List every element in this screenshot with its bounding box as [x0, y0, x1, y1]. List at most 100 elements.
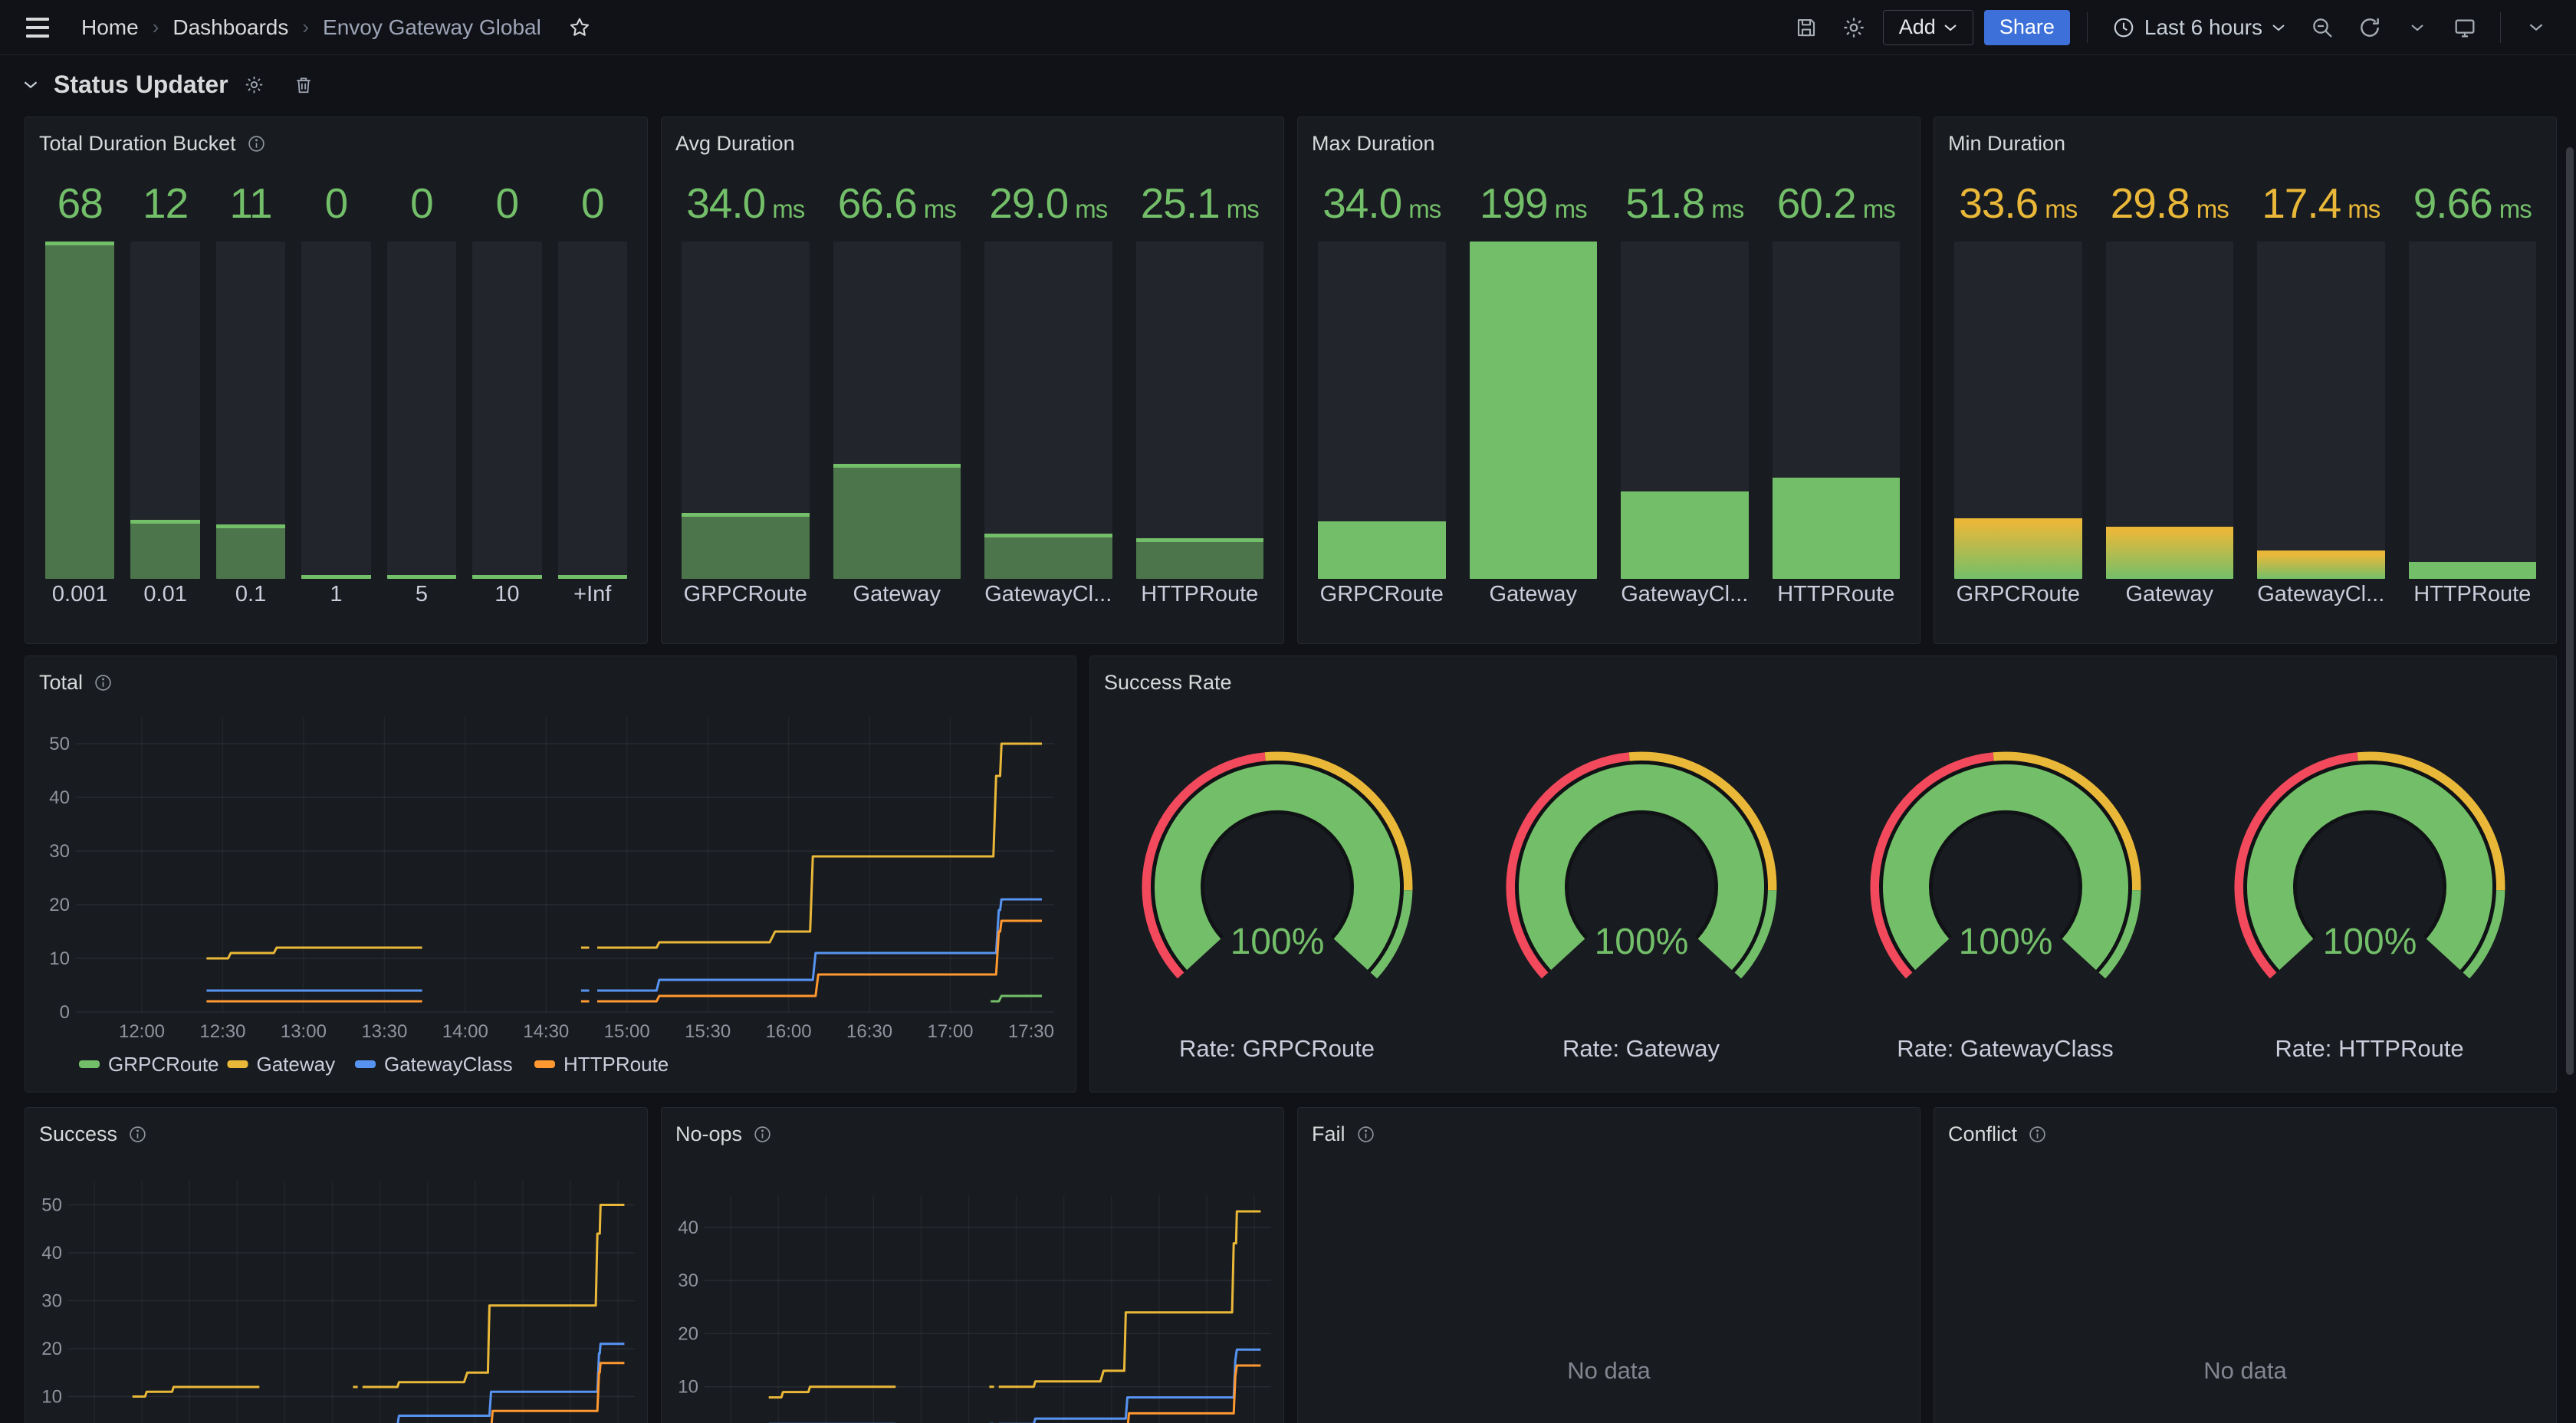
bar-fill	[387, 575, 456, 579]
row-collapse-chevron-icon[interactable]	[23, 80, 38, 90]
gauge[interactable]: 100%Rate: HTTPRoute	[2187, 730, 2551, 1063]
bar-column[interactable]: 51.8msGatewayCl...	[1621, 179, 1749, 608]
series-line-HTTPRoute	[133, 1363, 625, 1423]
panel-total-chart: Total 0102030405012:0012:3013:0013:3014:…	[25, 656, 1076, 1093]
bar-track	[387, 242, 456, 579]
save-dashboard-icon[interactable]	[1788, 9, 1825, 46]
svg-text:17:30: 17:30	[1008, 1021, 1054, 1042]
breadcrumb-dashboards[interactable]: Dashboards	[172, 15, 288, 40]
bar-track	[833, 242, 961, 579]
gauge-label: Rate: Gateway	[1562, 1035, 1720, 1063]
svg-text:30: 30	[41, 1291, 62, 1312]
row-settings-gear-icon[interactable]	[244, 74, 264, 95]
bar-column[interactable]: 66.6msGateway	[833, 179, 961, 608]
time-series-chart[interactable]: 01020304012:0012:3013:0013:3014:0014:301…	[662, 1108, 1283, 1423]
breadcrumb-home[interactable]: Home	[81, 15, 139, 40]
bar-fill	[45, 242, 114, 579]
add-button[interactable]: Add	[1883, 10, 1973, 45]
info-icon[interactable]	[1356, 1125, 1375, 1144]
bar-column[interactable]: 01	[301, 179, 370, 608]
dashboard-settings-gear-icon[interactable]	[1835, 9, 1872, 46]
gauge[interactable]: 100%Rate: GatewayClass	[1823, 730, 2187, 1063]
bar-column[interactable]: 33.6msGRPCRoute	[1954, 179, 2082, 608]
bar-column[interactable]: 120.01	[130, 179, 199, 608]
refresh-icon[interactable]	[2351, 9, 2388, 46]
bar-column[interactable]: 110.1	[216, 179, 285, 608]
time-series-chart[interactable]: 0102030405012:0012:3013:0013:3014:0014:3…	[25, 656, 1076, 1092]
bar-fill	[2106, 527, 2234, 579]
panel-title[interactable]: Success	[39, 1122, 117, 1146]
info-icon[interactable]	[94, 673, 113, 692]
bar-column[interactable]: 199msGateway	[1470, 179, 1598, 608]
gauge-value: 100%	[1594, 922, 1688, 962]
bar-column[interactable]: 0+Inf	[558, 179, 627, 608]
bar-column[interactable]: 010	[472, 179, 541, 608]
gauge[interactable]: 100%Rate: GRPCRoute	[1095, 730, 1459, 1063]
bar-column[interactable]: 34.0msGRPCRoute	[1318, 179, 1446, 608]
panel-title[interactable]: Total	[39, 671, 83, 695]
bar-column[interactable]: 680.001	[45, 179, 114, 608]
bar-fill	[1621, 491, 1749, 579]
star-icon[interactable]	[561, 9, 598, 46]
bar-track	[1318, 242, 1446, 579]
info-icon[interactable]	[753, 1125, 772, 1144]
panel-title[interactable]: Min Duration	[1948, 132, 2065, 156]
legend-item[interactable]: GRPCRoute	[79, 1053, 219, 1076]
bar-value: 17.4ms	[2257, 179, 2385, 228]
bar-column[interactable]: 05	[387, 179, 456, 608]
vertical-scrollbar[interactable]	[2566, 147, 2574, 1075]
bar-track	[2257, 242, 2385, 579]
svg-text:15:00: 15:00	[604, 1021, 650, 1042]
row-delete-trash-icon[interactable]	[294, 74, 314, 95]
bar-label: 1	[301, 582, 370, 608]
bar-label: 0.01	[130, 582, 199, 608]
series-line-Gateway	[769, 1211, 1261, 1398]
legend-item[interactable]: GatewayClass	[355, 1053, 513, 1076]
svg-text:20: 20	[678, 1323, 698, 1344]
svg-text:40: 40	[678, 1218, 698, 1238]
panel-title[interactable]: Total Duration Bucket	[39, 132, 236, 156]
panel-title[interactable]: Avg Duration	[675, 132, 795, 156]
bar-label: HTTPRoute	[2409, 582, 2537, 608]
series-line-HTTPRoute	[206, 921, 1042, 1001]
bar-value: 68	[45, 179, 114, 228]
bar-value: 60.2ms	[1773, 179, 1901, 228]
bar-column[interactable]: 34.0msGRPCRoute	[682, 179, 810, 608]
breadcrumb-current: Envoy Gateway Global	[323, 15, 541, 40]
gauge[interactable]: 100% Rate: Gateway	[1459, 730, 1823, 1063]
tv-kiosk-mode-icon[interactable]	[2446, 9, 2483, 46]
panel-title[interactable]: Max Duration	[1312, 132, 1435, 156]
collapse-nav-chevron-icon[interactable]	[2518, 9, 2555, 46]
chevron-down-icon	[1944, 23, 1957, 32]
bar-label: GatewayCl...	[1621, 582, 1749, 608]
refresh-interval-chevron-icon[interactable]	[2399, 9, 2436, 46]
bar-column[interactable]: 60.2ms HTTPRoute	[1773, 179, 1901, 608]
time-range-picker[interactable]: Last 6 hours	[2104, 10, 2293, 45]
bar-fill	[833, 464, 961, 579]
bar-column[interactable]: 29.8msGateway	[2106, 179, 2234, 608]
bar-label: 5	[387, 582, 456, 608]
bar-label: 0.1	[216, 582, 285, 608]
bar-label: HTTPRoute	[1773, 582, 1901, 608]
legend-item[interactable]: HTTPRoute	[534, 1053, 669, 1076]
info-icon[interactable]	[2028, 1125, 2047, 1144]
bar-column[interactable]: 25.1msHTTPRoute	[1136, 179, 1264, 608]
row-title[interactable]: Status Updater	[54, 71, 228, 99]
menu-icon[interactable]	[26, 10, 61, 45]
legend-item[interactable]: Gateway	[228, 1053, 336, 1076]
panel-title[interactable]: No-ops	[675, 1122, 742, 1146]
time-series-chart[interactable]: 0102030405012:0012:3013:0013:3014:0014:3…	[25, 1108, 647, 1423]
panel-title[interactable]: Fail	[1312, 1122, 1346, 1146]
bar-column[interactable]: 29.0msGatewayCl...	[984, 179, 1112, 608]
panel-title[interactable]: Success Rate	[1104, 671, 1232, 695]
bar-track	[130, 242, 199, 579]
bar-column[interactable]: 17.4msGatewayCl...	[2257, 179, 2385, 608]
bar-track	[682, 242, 810, 579]
info-icon[interactable]	[128, 1125, 147, 1144]
panel-title[interactable]: Conflict	[1948, 1122, 2017, 1146]
bar-column[interactable]: 9.66msHTTPRoute	[2409, 179, 2537, 608]
share-button[interactable]: Share	[1984, 10, 2070, 45]
info-icon[interactable]	[247, 134, 266, 153]
zoom-out-time-icon[interactable]	[2304, 9, 2341, 46]
bar-fill	[1773, 478, 1901, 579]
